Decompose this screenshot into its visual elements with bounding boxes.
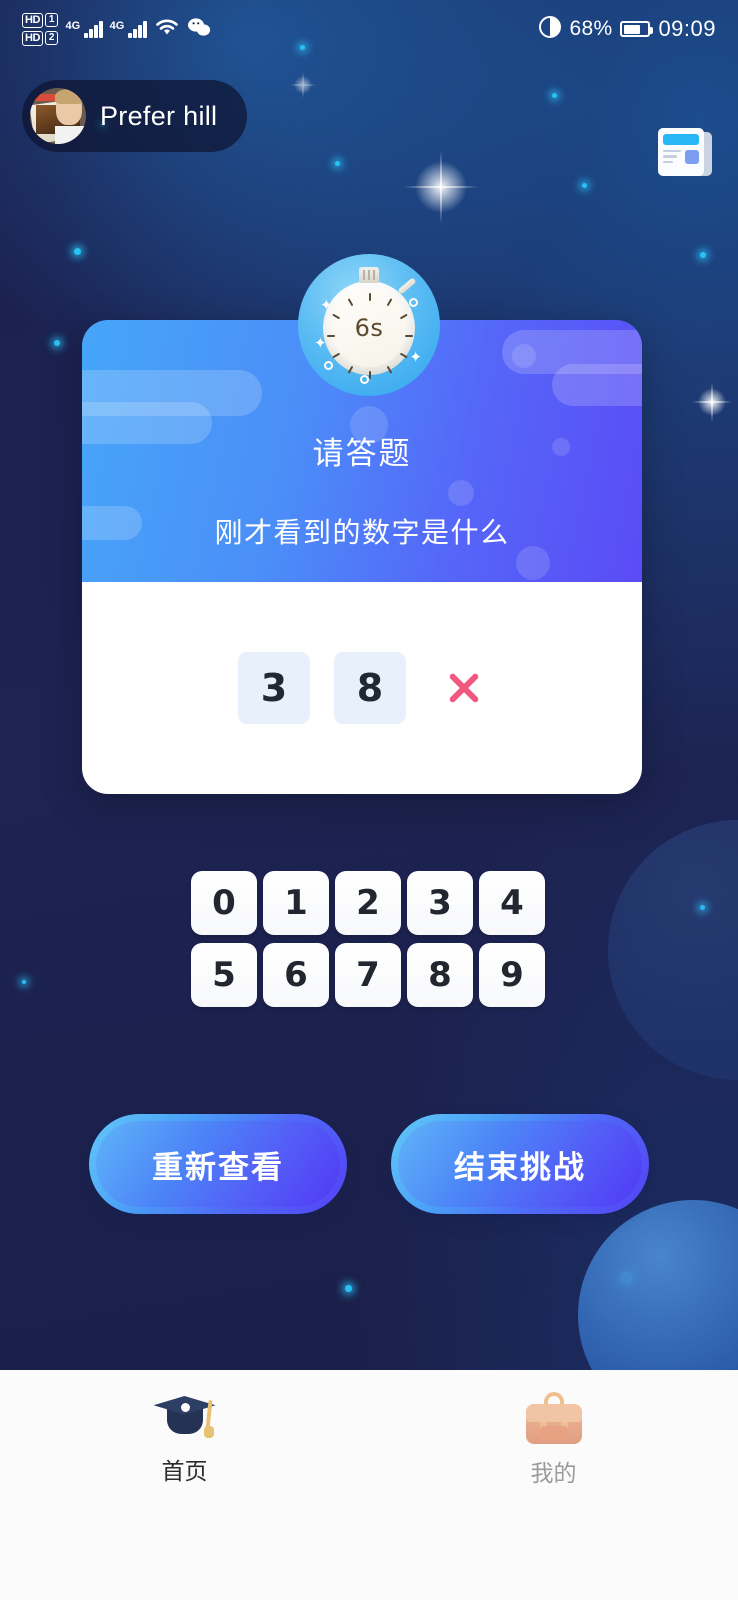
review-again-button[interactable]: 重新查看 [89,1114,347,1214]
battery-percent: 68% [569,17,613,40]
signal-indicator-sim2: 4G [110,20,147,38]
end-challenge-button[interactable]: 结束挑战 [391,1114,649,1214]
tab-home[interactable]: 首页 [0,1392,369,1600]
eye-protection-icon [538,15,562,44]
key-3[interactable]: 3 [407,871,473,935]
signal-indicator-sim1: 4G [65,20,103,38]
key-2[interactable]: 2 [335,871,401,935]
dual-sim-indicator: HD 1 HD 2 [22,12,59,46]
hd-label-sim1: HD [22,12,43,28]
hd-label-sim2: HD [22,30,43,46]
status-bar: HD 1 HD 2 4G 4G 68% 09:09 [0,0,738,58]
signal-bars-sim1 [84,20,103,38]
bottom-navigation: 首页 我的 [0,1370,738,1600]
timer-value: 6s [354,313,384,342]
key-7[interactable]: 7 [335,943,401,1007]
graduation-cap-icon [153,1392,216,1442]
network-type-sim2: 4G [109,20,125,32]
network-type-sim1: 4G [65,20,81,32]
clear-cross-icon[interactable] [442,666,486,710]
number-keypad: 0 1 2 3 4 5 6 7 8 9 [191,871,547,1015]
username-label: Prefer hill [100,100,218,131]
wifi-icon [154,17,180,42]
quiz-subtitle: 刚才看到的数字是什么 [214,517,510,548]
signal-bars-sim2 [128,20,147,38]
keypad-row: 5 6 7 8 9 [191,943,547,1007]
backpack-icon [525,1392,582,1444]
answer-digit-tile: 3 [238,652,310,724]
action-buttons: 重新查看 结束挑战 [0,1114,738,1214]
key-8[interactable]: 8 [407,943,473,1007]
user-profile-pill[interactable]: Prefer hill [22,80,248,152]
key-9[interactable]: 9 [479,943,545,1007]
status-bar-right: 68% 09:09 [538,15,717,44]
end-challenge-label: 结束挑战 [398,1121,642,1207]
rules-document-icon[interactable] [658,128,712,180]
sim1-number: 1 [44,13,59,27]
review-again-label: 重新查看 [96,1121,340,1207]
status-bar-left: HD 1 HD 2 4G 4G [22,12,211,46]
key-1[interactable]: 1 [263,871,329,935]
avatar [30,88,86,144]
tab-mine-label: 我的 [530,1460,577,1486]
stopwatch-icon: ✦ ✦ ✦ 6s [298,254,440,396]
quiz-answer-area: 3 8 [82,582,642,794]
status-bar-clock: 09:09 [658,16,716,41]
key-5[interactable]: 5 [191,943,257,1007]
answer-digit-tile: 8 [334,652,406,724]
key-0[interactable]: 0 [191,871,257,935]
app-screen: HD 1 HD 2 4G 4G 68% 09:09 Prefer hill 请答… [0,0,738,1600]
battery-icon [620,21,654,37]
key-4[interactable]: 4 [479,871,545,935]
sim2-number: 2 [44,31,59,45]
keypad-row: 0 1 2 3 4 [191,871,547,935]
key-6[interactable]: 6 [263,943,329,1007]
tab-mine[interactable]: 我的 [369,1392,738,1600]
wechat-icon [187,17,211,42]
tab-home-label: 首页 [161,1458,208,1484]
